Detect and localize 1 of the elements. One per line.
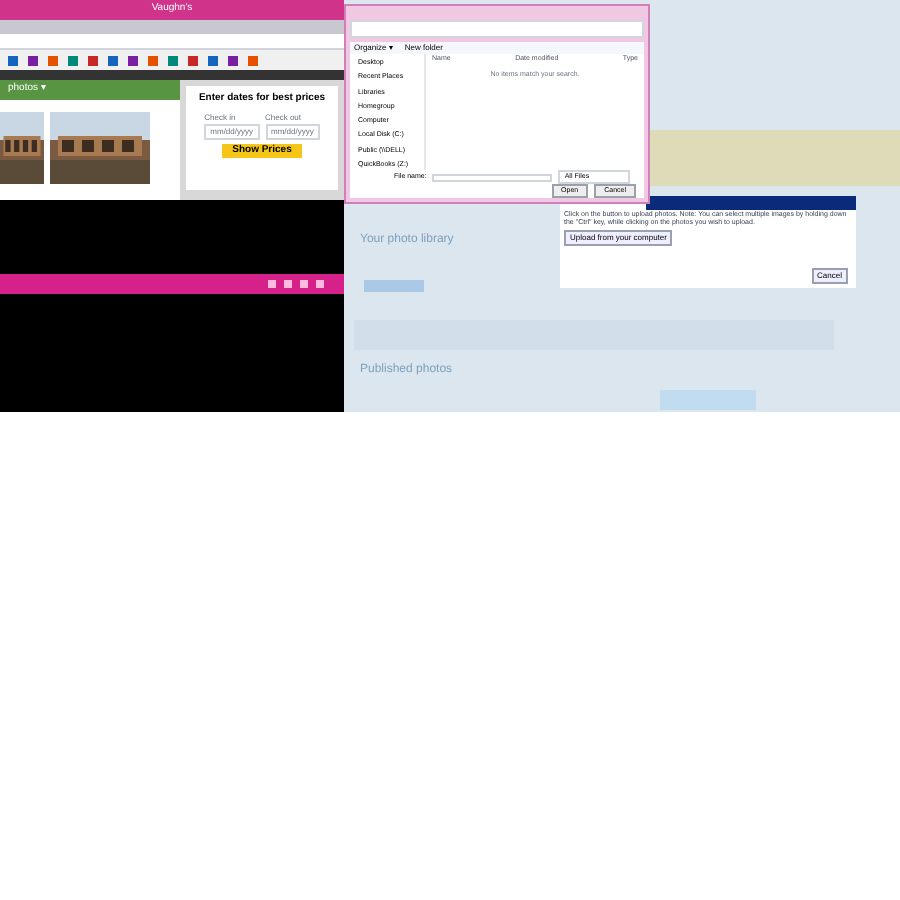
file-name-field[interactable] [432,173,553,181]
